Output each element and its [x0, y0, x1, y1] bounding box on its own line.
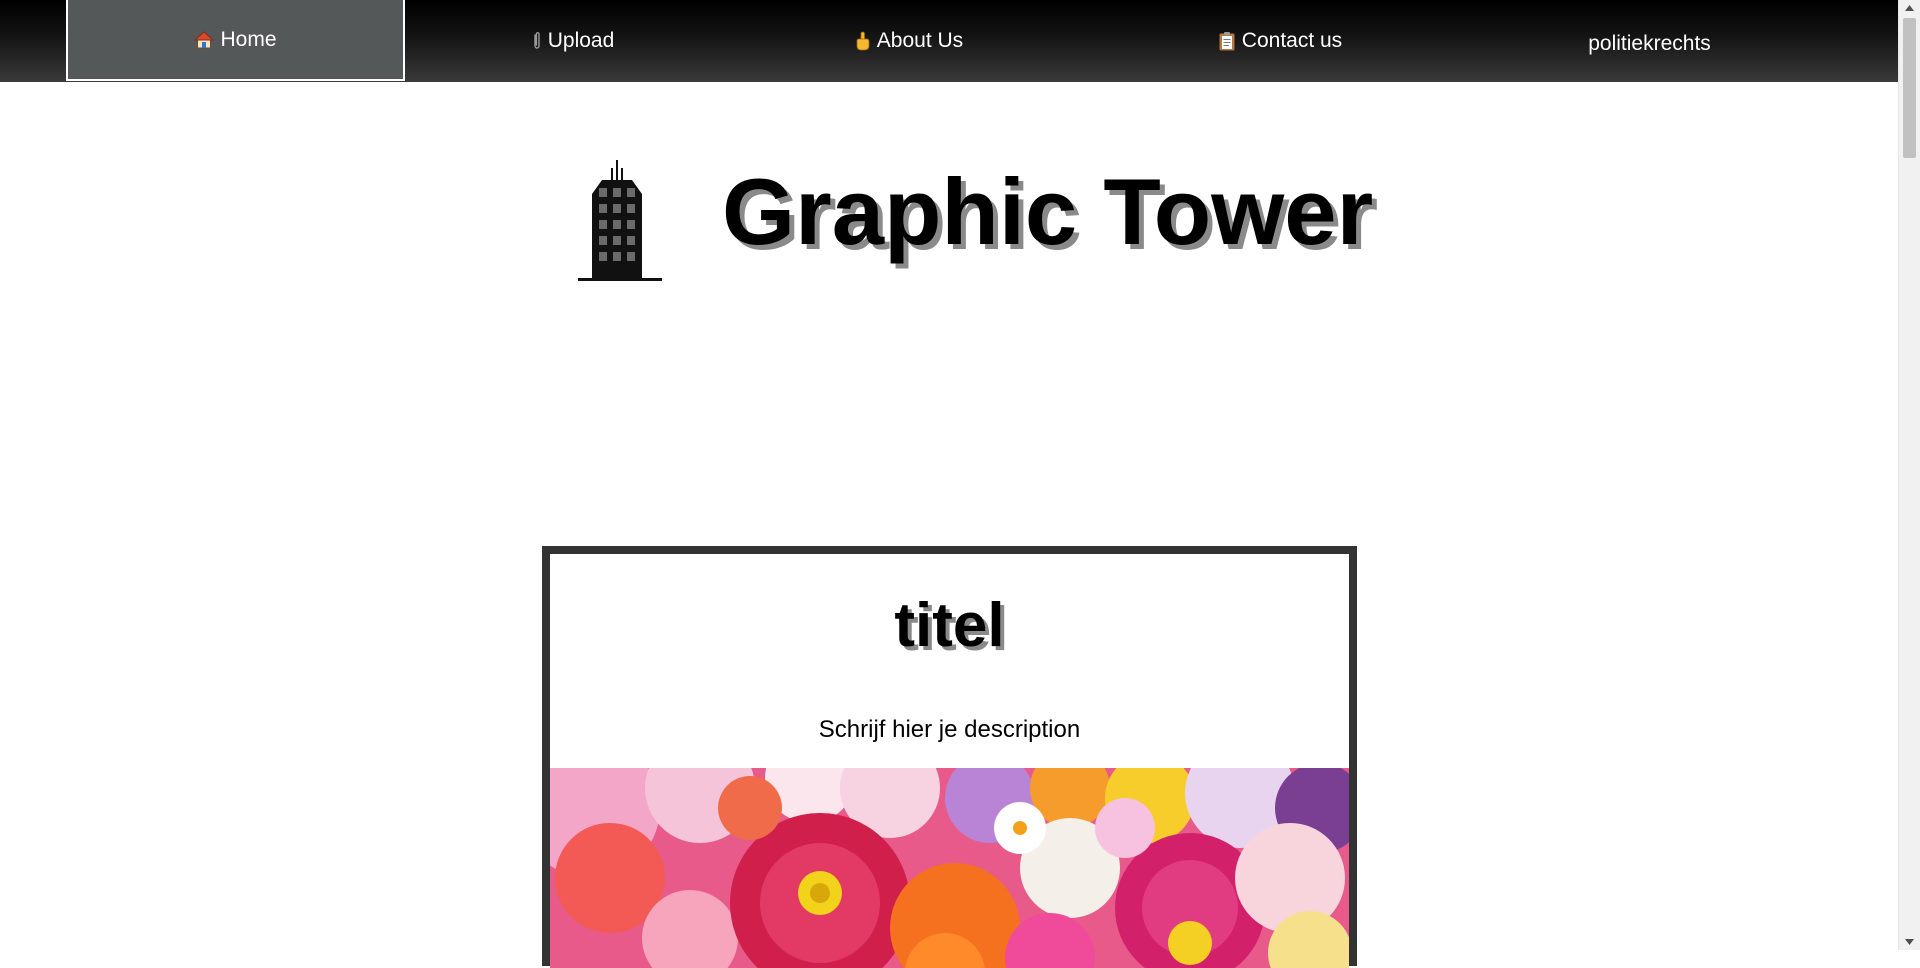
paperclip-icon: [532, 31, 542, 51]
post-description: Schrijf hier je description: [818, 716, 1081, 743]
nav-home-label: Home: [220, 27, 277, 51]
pointing-hand-icon: [855, 31, 871, 51]
nav-politiekrechts-label: politiekrechts: [1588, 32, 1711, 55]
nav-about-us-label: About Us: [876, 29, 964, 52]
post-card: titel Schrijf hier je description: [542, 546, 1357, 968]
nav-upload-label: Upload: [547, 29, 615, 52]
clipboard-icon: [1218, 31, 1236, 51]
scroll-down-arrow-icon[interactable]: [1899, 934, 1920, 950]
nav-home[interactable]: Home: [66, 0, 405, 81]
main-navigation: Home Upload About Us Contact us politiek…: [0, 0, 1898, 82]
nav-contact-us-label: Contact us: [1241, 29, 1343, 52]
office-building-icon: [564, 158, 664, 284]
vertical-scrollbar[interactable]: [1898, 0, 1920, 950]
post-title: titel: [894, 591, 1005, 660]
site-title: Graphic Tower: [722, 159, 1374, 264]
scroll-thumb[interactable]: [1903, 18, 1916, 158]
home-icon: [194, 30, 215, 50]
post-image: [550, 768, 1349, 968]
scroll-up-arrow-icon[interactable]: [1899, 0, 1920, 16]
nav-upload[interactable]: Upload: [405, 0, 741, 82]
nav-contact-us[interactable]: Contact us: [1077, 0, 1483, 82]
nav-politiekrechts[interactable]: politiekrechts: [1483, 0, 1816, 82]
nav-about-us[interactable]: About Us: [741, 0, 1077, 82]
